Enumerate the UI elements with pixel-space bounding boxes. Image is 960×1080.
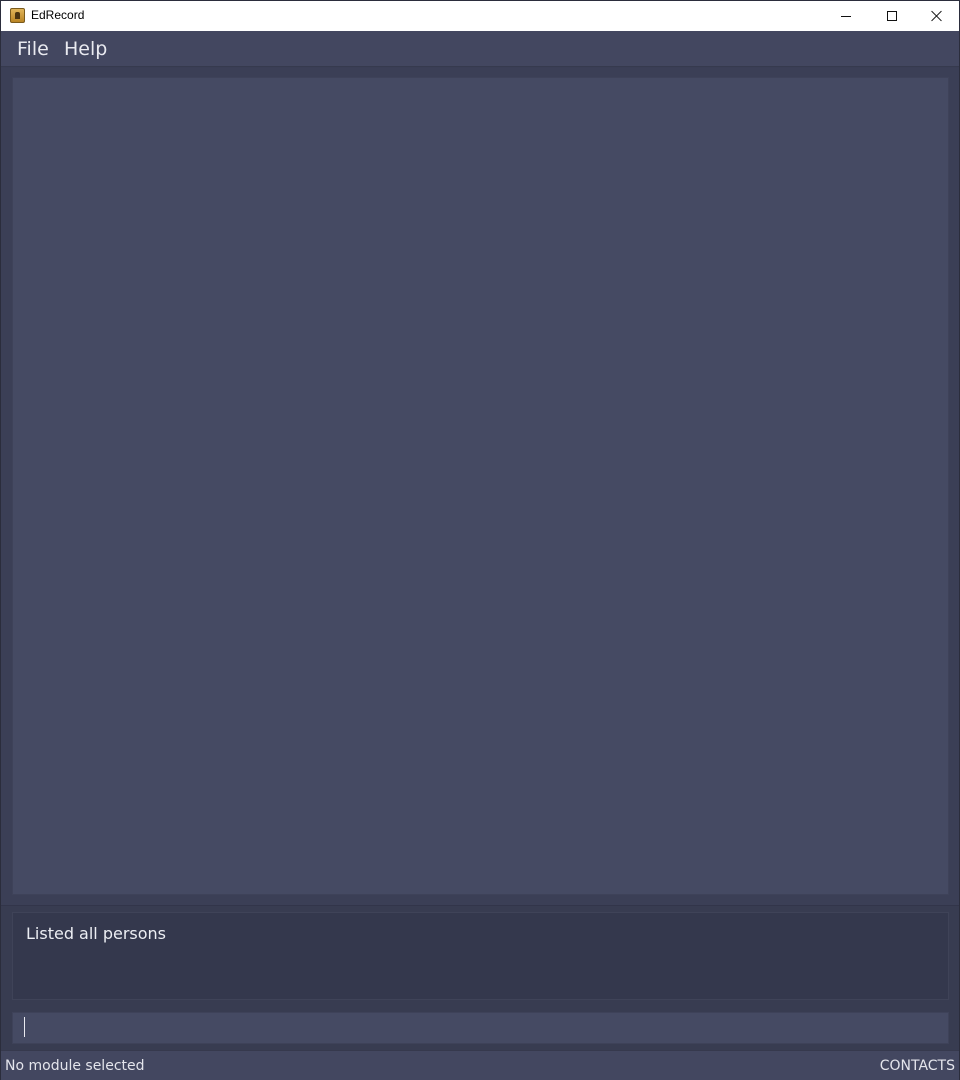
view-mode-status: CONTACTS: [879, 1058, 955, 1074]
maximize-button[interactable]: [869, 1, 915, 31]
title-bar[interactable]: EdRecord: [1, 1, 959, 31]
app-window: EdRecord File Help Listed all persons No…: [0, 0, 960, 1080]
address-book-icon: [10, 8, 25, 23]
main-area: [1, 68, 959, 905]
minimize-icon: [841, 15, 851, 17]
module-status: No module selected: [5, 1058, 145, 1074]
close-icon: [931, 10, 943, 22]
text-caret: [24, 1017, 25, 1037]
close-button[interactable]: [914, 1, 960, 31]
minimize-button[interactable]: [823, 1, 869, 31]
command-input[interactable]: [12, 1012, 949, 1044]
result-display[interactable]: Listed all persons: [12, 912, 949, 1000]
person-list-panel[interactable]: [12, 77, 949, 895]
result-display-area: Listed all persons: [1, 905, 959, 1005]
maximize-icon: [887, 11, 897, 21]
menu-file[interactable]: File: [17, 38, 49, 60]
window-title: EdRecord: [31, 8, 85, 22]
command-box-area: [1, 1005, 959, 1050]
result-message: Listed all persons: [26, 924, 167, 943]
menu-bar: File Help: [1, 31, 959, 67]
status-bar: No module selected CONTACTS: [1, 1050, 959, 1080]
menu-help[interactable]: Help: [64, 38, 107, 60]
